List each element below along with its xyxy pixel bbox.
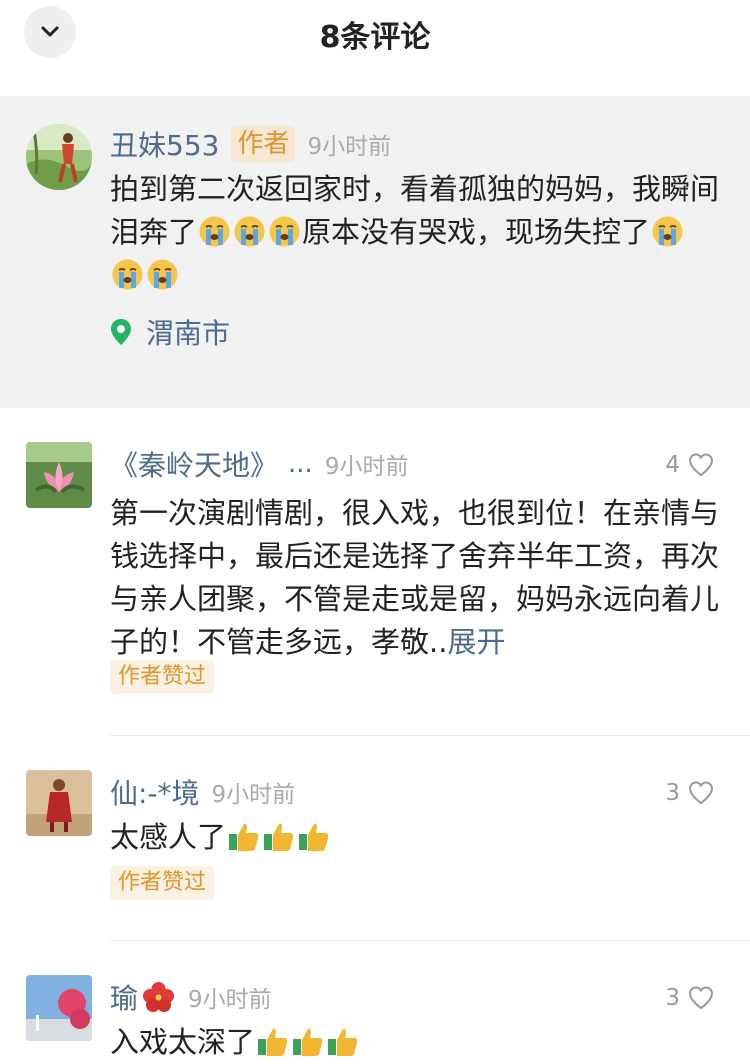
comment-item[interactable]: 瑜 9小时前 3 入戏太深了 — [0, 941, 750, 1064]
comment-item[interactable]: 《秦岭天地》 ... 9小时前 4 第一次演剧情剧，很入戏，也很到位！在亲情与钱… — [0, 408, 750, 736]
username[interactable]: 仙:-*境 — [110, 772, 200, 812]
username[interactable]: 瑜 — [110, 977, 138, 1017]
comment-meta: 瑜 9小时前 — [110, 977, 272, 1017]
username-ellipsis: ... — [288, 449, 313, 479]
comment-meta: 《秦岭天地》 ... 9小时前 — [110, 444, 408, 484]
timestamp: 9小时前 — [211, 782, 296, 808]
location-pin-icon — [111, 319, 131, 345]
thumbs-up-icon — [326, 1025, 359, 1058]
avatar[interactable] — [26, 442, 92, 508]
crying-face-icon — [651, 215, 684, 248]
thumbs-up-icon — [227, 820, 260, 853]
heart-icon — [688, 781, 714, 805]
comment-meta: 丑妹553 作者 9小时前 — [110, 124, 391, 164]
username[interactable]: 《秦岭天地》 — [110, 444, 278, 484]
avatar[interactable] — [26, 770, 92, 836]
thumbs-up-icon — [297, 820, 330, 853]
like-count: 4 — [665, 452, 680, 478]
location-tag[interactable]: 渭南市 — [110, 312, 230, 352]
comment-item[interactable]: 仙:-*境 9小时前 3 太感人了 作者赞过 — [0, 736, 750, 940]
crying-face-icon — [146, 258, 179, 291]
author-liked-badge: 作者赞过 — [110, 866, 215, 900]
author-liked-badge: 作者赞过 — [110, 660, 215, 694]
avatar[interactable] — [26, 124, 92, 190]
location-label: 渭南市 — [146, 317, 231, 350]
thumbs-up-icon — [291, 1025, 324, 1058]
hibiscus-icon — [142, 981, 175, 1014]
like-button[interactable]: 3 — [665, 985, 714, 1011]
comment-text: 第一次演剧情剧，很入戏，也很到位！在亲情与钱选择中，最后还是选择了舍弃半年工资，… — [110, 496, 720, 659]
crying-face-icon — [111, 258, 144, 291]
crying-face-icon — [268, 215, 301, 248]
heart-icon — [688, 986, 714, 1010]
heart-icon — [688, 453, 714, 477]
like-button[interactable]: 3 — [665, 780, 714, 806]
like-button[interactable]: 4 — [665, 452, 714, 478]
thumbs-up-icon — [256, 1025, 289, 1058]
comment-text: 太感人了 — [110, 816, 720, 859]
timestamp: 9小时前 — [324, 454, 409, 480]
author-tag: 作者 — [231, 126, 296, 162]
comment-count-title: 8条评论 — [319, 20, 431, 55]
like-count: 3 — [665, 780, 680, 806]
comment-text: 入戏太深了 — [110, 1021, 720, 1064]
timestamp: 9小时前 — [307, 134, 392, 160]
like-count: 3 — [665, 985, 680, 1011]
username[interactable]: 丑妹553 — [110, 124, 219, 164]
avatar[interactable] — [26, 975, 92, 1041]
comments-header: 8条评论 — [0, 0, 750, 96]
comment-text: 拍到第二次返回家时，看着孤独的妈妈，我瞬间泪奔了 原本没有哭戏，现场失控了 — [110, 168, 720, 297]
expand-link[interactable]: 展开 — [447, 625, 505, 659]
crying-face-icon — [198, 215, 231, 248]
comment-meta: 仙:-*境 9小时前 — [110, 772, 295, 812]
timestamp: 9小时前 — [188, 987, 272, 1013]
thumbs-up-icon — [262, 820, 295, 853]
pinned-comment[interactable]: 丑妹553 作者 9小时前 拍到第二次返回家时，看着孤独的妈妈，我瞬间泪奔了 原本… — [0, 96, 750, 408]
crying-face-icon — [233, 215, 266, 248]
